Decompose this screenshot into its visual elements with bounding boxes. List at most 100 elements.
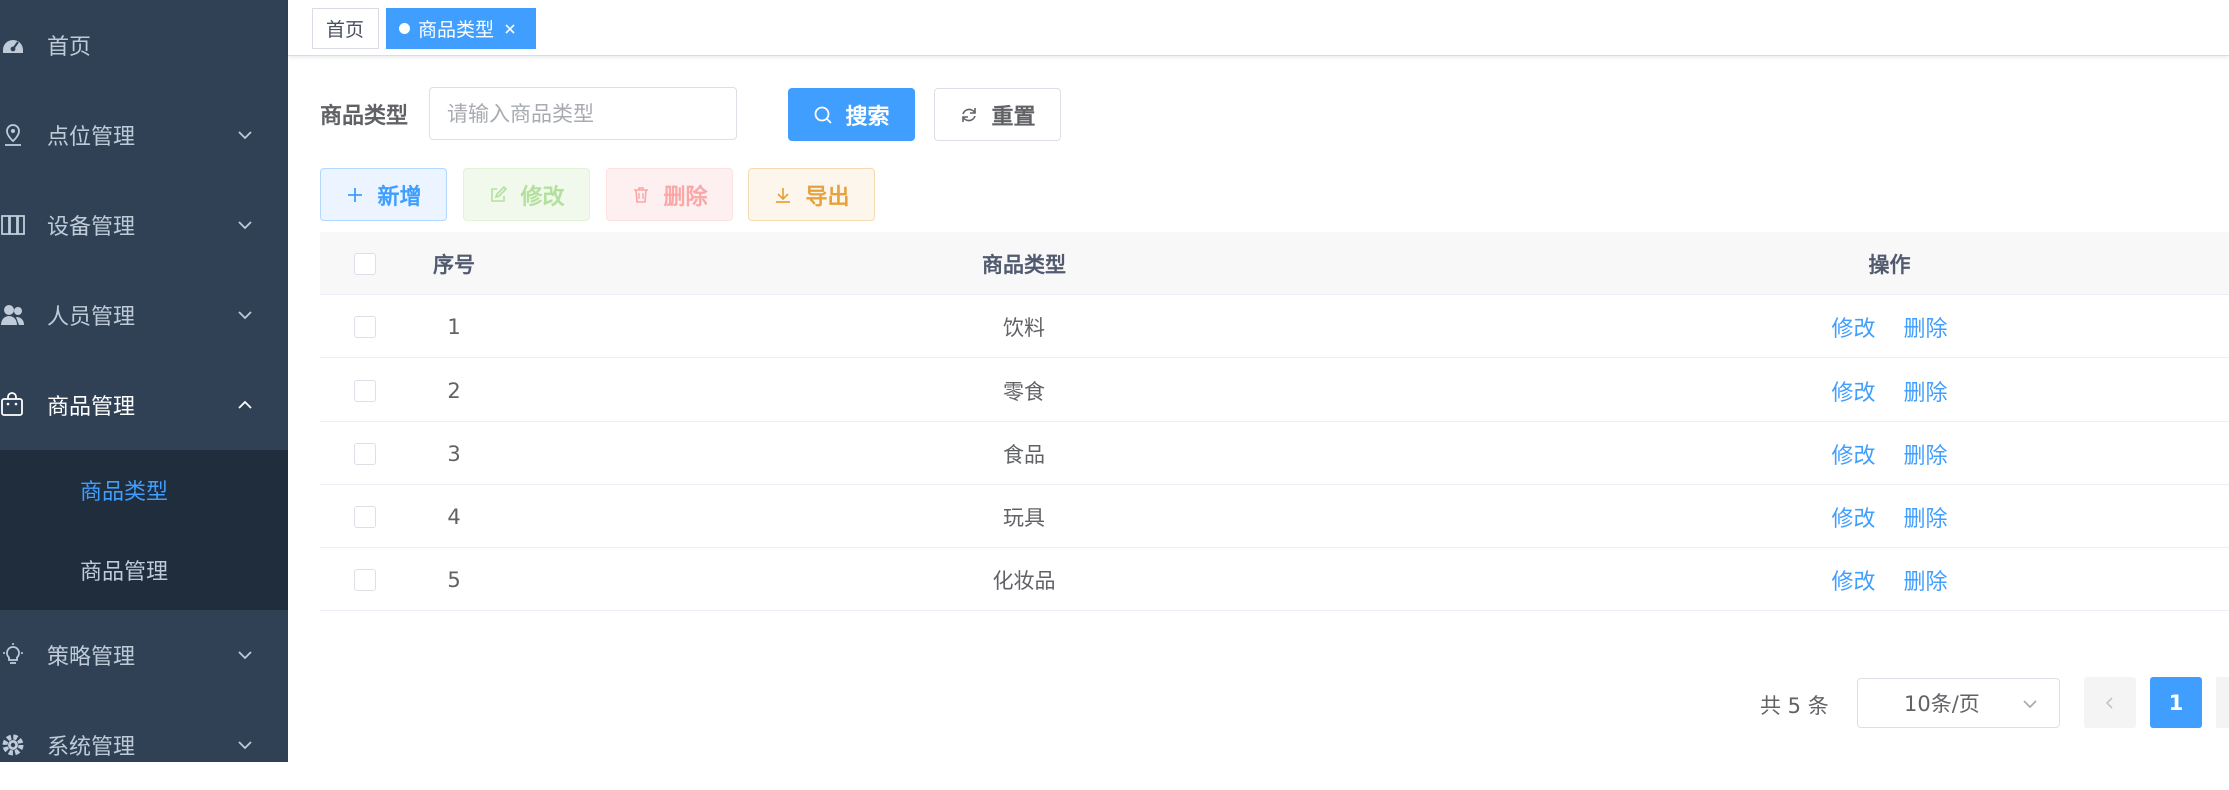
sidebar-subitem-label: 商品类型 — [80, 480, 169, 505]
export-button[interactable]: 导出 — [748, 168, 875, 221]
header-operations: 操作 — [1868, 252, 1911, 277]
sidebar-item-home[interactable]: 首页 — [0, 0, 288, 90]
next-page-button[interactable] — [2216, 677, 2229, 728]
chevron-left-icon — [2105, 696, 2113, 709]
sidebar-item-strategy[interactable]: 策略管理 — [0, 610, 288, 700]
shopping-bag-icon — [1, 392, 23, 416]
add-button-label: 新增 — [377, 184, 422, 210]
row-actions: 修改 删除 — [1550, 359, 2229, 422]
row-index: 1 — [447, 314, 461, 339]
sidebar-item-devices[interactable]: 设备管理 — [0, 180, 288, 270]
row-checkbox[interactable] — [354, 568, 376, 591]
table-row: 5 化妆品 修改 删除 — [320, 548, 2229, 611]
sidebar-subitem-products[interactable]: 商品管理 — [0, 530, 288, 610]
reset-button-label: 重置 — [991, 104, 1036, 130]
tag-product-types[interactable]: 商品类型 — [386, 8, 536, 49]
sidebar-item-staff[interactable]: 人员管理 — [0, 270, 288, 360]
edit-button[interactable]: 修改 — [463, 168, 590, 221]
edit-button-label: 修改 — [520, 184, 565, 210]
sidebar-item-products[interactable]: 商品管理 — [0, 360, 288, 450]
chevron-down-icon — [238, 131, 252, 140]
search-button-label: 搜索 — [845, 104, 890, 130]
plus-icon — [348, 187, 363, 202]
row-delete-link[interactable]: 删除 — [1904, 501, 1948, 533]
tag-label: 首页 — [326, 19, 365, 41]
sidebar-subitem-label: 商品管理 — [80, 560, 169, 585]
users-icon — [1, 305, 24, 325]
delete-button-label: 删除 — [663, 184, 708, 210]
row-checkbox[interactable] — [354, 379, 376, 402]
chevron-up-icon — [238, 400, 252, 409]
active-dot-icon — [399, 23, 410, 34]
row-actions: 修改 删除 — [1550, 485, 2229, 548]
prev-page-button[interactable] — [2084, 677, 2136, 728]
page-number-current[interactable]: 1 — [2150, 677, 2202, 728]
search-icon — [815, 106, 833, 124]
row-checkbox[interactable] — [354, 505, 376, 528]
row-edit-link[interactable]: 修改 — [1831, 564, 1875, 596]
close-icon[interactable] — [503, 22, 517, 36]
row-delete-link[interactable]: 删除 — [1904, 375, 1948, 407]
row-actions: 修改 删除 — [1550, 548, 2229, 611]
header-index: 序号 — [433, 252, 475, 277]
export-button-label: 导出 — [805, 184, 850, 210]
row-product-type: 饮料 — [1003, 315, 1045, 340]
table-row: 2 零食 修改 删除 — [320, 359, 2229, 422]
row-product-type: 零食 — [1003, 379, 1045, 404]
dashboard-icon — [3, 40, 23, 53]
select-all-checkbox[interactable] — [354, 252, 376, 275]
row-delete-link[interactable]: 删除 — [1904, 311, 1948, 343]
row-product-type: 食品 — [1003, 442, 1045, 467]
tag-home[interactable]: 首页 — [312, 8, 379, 49]
row-actions: 修改 删除 — [1550, 295, 2229, 358]
search-button[interactable]: 搜索 — [788, 88, 915, 141]
page-size-value: 10条/页 — [1904, 692, 1980, 716]
chevron-down-icon — [238, 221, 252, 230]
row-delete-link[interactable]: 删除 — [1904, 564, 1948, 596]
table-row: 3 食品 修改 删除 — [320, 422, 2229, 485]
sidebar-item-label: 商品管理 — [47, 395, 136, 420]
row-checkbox[interactable] — [354, 442, 376, 465]
row-delete-link[interactable]: 删除 — [1904, 438, 1948, 470]
table-row: 4 玩具 修改 删除 — [320, 485, 2229, 548]
sidebar-item-label: 系统管理 — [47, 735, 136, 760]
row-checkbox[interactable] — [354, 315, 376, 338]
delete-button[interactable]: 删除 — [606, 168, 733, 221]
reset-button[interactable]: 重置 — [934, 88, 1061, 141]
row-checkbox-cell — [320, 359, 410, 422]
row-checkbox-cell — [320, 295, 410, 358]
download-icon — [776, 187, 791, 203]
device-icon — [1, 215, 25, 235]
sidebar-item-label: 点位管理 — [47, 125, 136, 150]
tag-label: 商品类型 — [418, 19, 495, 41]
row-actions: 修改 删除 — [1550, 422, 2229, 485]
sidebar-item-locations[interactable]: 点位管理 — [0, 90, 288, 180]
row-edit-link[interactable]: 修改 — [1831, 501, 1875, 533]
row-index: 3 — [447, 441, 461, 466]
search-label: 商品类型 — [320, 104, 409, 129]
pagination-total: 共 5 条 — [1760, 694, 1829, 718]
add-button[interactable]: 新增 — [320, 168, 447, 221]
sidebar-item-label: 策略管理 — [47, 645, 136, 670]
sidebar-item-system[interactable]: 系统管理 — [0, 700, 288, 790]
refresh-icon — [962, 107, 977, 122]
sidebar: 首页 点位管理 设备管理 人员管理 商品管理 商品类型 商品管理 策略管理 系统… — [0, 0, 288, 762]
row-edit-link[interactable]: 修改 — [1831, 311, 1875, 343]
row-index: 5 — [447, 567, 461, 592]
page-size-select[interactable]: 10条/页 — [1857, 678, 2060, 728]
sidebar-item-label: 人员管理 — [47, 305, 136, 330]
trash-icon — [634, 186, 649, 203]
sidebar-subitem-product-types[interactable]: 商品类型 — [0, 450, 288, 530]
product-type-search-input[interactable] — [429, 87, 737, 140]
row-index: 2 — [447, 378, 461, 403]
row-product-type: 化妆品 — [992, 568, 1056, 593]
chevron-down-icon — [238, 741, 252, 750]
edit-icon — [491, 185, 508, 202]
table-header: 序号 商品类型 操作 — [320, 232, 2229, 295]
row-checkbox-cell — [320, 485, 410, 548]
header-checkbox-cell — [320, 232, 410, 295]
row-edit-link[interactable]: 修改 — [1831, 438, 1875, 470]
row-product-type: 玩具 — [1003, 505, 1045, 530]
row-edit-link[interactable]: 修改 — [1831, 375, 1875, 407]
table-row: 1 饮料 修改 删除 — [320, 295, 2229, 358]
